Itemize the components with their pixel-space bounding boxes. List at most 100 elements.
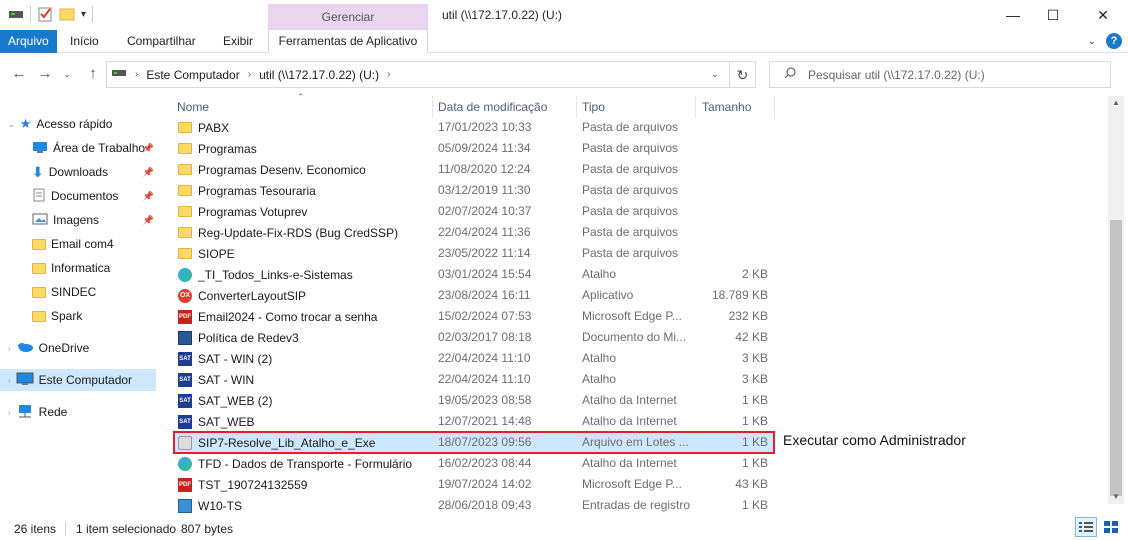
nav-informatica[interactable]: Informatica [32, 257, 154, 279]
file-row[interactable]: SAT SAT_WEB (2) 19/05/2023 08:58 Atalho da … [174, 390, 774, 411]
nav-area-de-trabalho[interactable]: Área de Trabalho 📌 [32, 137, 154, 159]
address-dropdown-icon[interactable]: ⌄ [700, 61, 730, 88]
breadcrumb-este-computador[interactable]: Este Computador [146, 68, 239, 82]
file-name-cell[interactable]: PABX [178, 117, 229, 138]
file-name-cell[interactable]: Programas [178, 138, 257, 159]
column-divider[interactable] [432, 96, 433, 118]
file-row[interactable]: SAT SAT - WIN 22/04/2024 11:10 Atalho 3 KB [174, 369, 774, 390]
file-name-cell[interactable]: PDF Email2024 - Como trocar a senha [178, 306, 377, 327]
nav-rede[interactable]: › Rede [8, 401, 158, 423]
file-row[interactable]: Política de Redev3 02/03/2017 08:18 Docume… [174, 327, 774, 348]
file-name-cell[interactable]: Programas Votuprev [178, 201, 307, 222]
file-row[interactable]: PDF Email2024 - Como trocar a senha 15/02/… [174, 306, 774, 327]
column-divider[interactable] [695, 96, 696, 118]
chevron-down-icon[interactable]: ⌄ [8, 120, 15, 129]
file-name-cell[interactable]: OX ConverterLayoutSIP [178, 285, 306, 306]
file-name-cell[interactable]: SAT SAT_WEB [178, 411, 254, 432]
expand-ribbon-icon[interactable]: ⌄ [1088, 36, 1096, 47]
tab-arquivo[interactable]: Arquivo [0, 30, 57, 53]
vertical-scrollbar[interactable]: ▲ ▼ [1108, 96, 1124, 504]
file-name-cell[interactable]: SIOPE [178, 243, 235, 264]
back-button[interactable]: ← [8, 63, 30, 85]
nav-email-com4[interactable]: Email com4 [32, 233, 154, 255]
nav-este-computador[interactable]: › Este Computador [0, 369, 156, 391]
drive-icon[interactable] [8, 6, 24, 22]
column-divider[interactable] [576, 96, 577, 118]
help-icon[interactable]: ? [1106, 33, 1122, 49]
file-row[interactable]: PABX 17/01/2023 10:33 Pasta de arquivos [174, 117, 774, 138]
file-row[interactable]: SIP7-Resolve_Lib_Atalho_e_Exe 18/07/2023 … [173, 431, 775, 454]
breadcrumb-util[interactable]: util (\\172.17.0.22) (U:) [259, 68, 379, 82]
file-row[interactable]: TFD - Dados de Transporte - Formulário 16… [174, 453, 774, 474]
chevron-right-icon[interactable]: › [135, 69, 138, 80]
large-icons-view-button[interactable] [1100, 517, 1122, 537]
file-row[interactable]: Programas Tesouraria 03/12/2019 11:30 Past… [174, 180, 774, 201]
recent-locations-icon[interactable]: ⌄ [56, 63, 78, 85]
new-folder-icon[interactable] [59, 6, 75, 22]
nav-documentos[interactable]: Documentos 📌 [32, 185, 154, 207]
pin-icon[interactable]: 📌 [143, 191, 154, 202]
file-name-cell[interactable]: SAT SAT - WIN (2) [178, 348, 272, 369]
file-name-cell[interactable]: PDF TST_190724132559 [178, 474, 307, 495]
search-box[interactable]: Pesquisar util (\\172.17.0.22) (U:) [769, 61, 1111, 88]
column-header-tamanho[interactable]: Tamanho [702, 96, 751, 118]
file-name-cell[interactable]: _TI_Todos_Links-e-Sistemas [178, 264, 353, 285]
tab-ferramentas-de-aplicativo[interactable]: Ferramentas de Aplicativo [268, 30, 428, 53]
properties-icon[interactable] [37, 6, 53, 22]
column-header-nome[interactable]: Nome [177, 96, 209, 118]
quick-access-toolbar: ▾ [8, 6, 94, 22]
file-row[interactable]: OX ConverterLayoutSIP 23/08/2024 16:11 Apli… [174, 285, 774, 306]
chevron-right-icon[interactable]: › [8, 344, 11, 353]
maximize-button[interactable]: ☐ [1030, 0, 1076, 30]
scroll-up-icon[interactable]: ▲ [1108, 96, 1124, 110]
nav-imagens[interactable]: Imagens 📌 [32, 209, 154, 231]
file-name-cell[interactable]: SAT SAT - WIN [178, 369, 254, 390]
chevron-right-icon[interactable]: › [248, 69, 251, 80]
file-row[interactable]: Programas 05/09/2024 11:34 Pasta de arquiv… [174, 138, 774, 159]
file-name-cell[interactable]: SAT SAT_WEB (2) [178, 390, 272, 411]
nav-sindec[interactable]: SINDEC [32, 281, 154, 303]
file-name-cell[interactable]: SIP7-Resolve_Lib_Atalho_e_Exe [178, 432, 375, 453]
pin-icon[interactable]: 📌 [143, 167, 154, 178]
file-name-cell[interactable]: Política de Redev3 [178, 327, 299, 348]
file-row[interactable]: Reg-Update-Fix-RDS (Bug CredSSP) 22/04/20… [174, 222, 774, 243]
chevron-right-icon[interactable]: › [387, 69, 390, 80]
up-button[interactable]: ↑ [82, 63, 104, 85]
customize-qat-icon[interactable]: ▾ [81, 9, 86, 20]
column-header-data[interactable]: Data de modificação [438, 96, 547, 118]
scroll-thumb[interactable] [1110, 220, 1122, 496]
refresh-button[interactable]: ↻ [730, 61, 756, 88]
chevron-right-icon[interactable]: › [8, 408, 11, 417]
nav-acesso-rapido[interactable]: ⌄ ★ Acesso rápido [8, 113, 158, 135]
column-divider[interactable] [774, 96, 775, 118]
nav-downloads[interactable]: ⬇ Downloads 📌 [32, 161, 154, 183]
file-name-cell[interactable]: W10-TS [178, 495, 242, 516]
scroll-down-icon[interactable]: ▼ [1108, 490, 1124, 504]
file-row[interactable]: SAT SAT_WEB 12/07/2021 14:48 Atalho da Inte… [174, 411, 774, 432]
file-row[interactable]: _TI_Todos_Links-e-Sistemas 03/01/2024 15:… [174, 264, 774, 285]
address-bar[interactable]: › Este Computador › util (\\172.17.0.22)… [106, 61, 730, 88]
file-name-cell[interactable]: Programas Tesouraria [178, 180, 316, 201]
file-row[interactable]: SAT SAT - WIN (2) 22/04/2024 11:10 Atalho 3 … [174, 348, 774, 369]
file-name-cell[interactable]: TFD - Dados de Transporte - Formulário [178, 453, 412, 474]
tab-inicio[interactable]: Início [58, 30, 111, 53]
file-row[interactable]: W10-TS 28/06/2018 09:43 Entradas de regist… [174, 495, 774, 516]
column-header-tipo[interactable]: Tipo [582, 96, 605, 118]
file-row[interactable]: PDF TST_190724132559 19/07/2024 14:02 Micro… [174, 474, 774, 495]
file-row[interactable]: Programas Votuprev 02/07/2024 10:37 Pasta … [174, 201, 774, 222]
search-placeholder: Pesquisar util (\\172.17.0.22) (U:) [808, 67, 985, 82]
nav-spark[interactable]: Spark [32, 305, 154, 327]
tab-compartilhar[interactable]: Compartilhar [115, 30, 208, 53]
file-row[interactable]: Programas Desenv. Economico 11/08/2020 12… [174, 159, 774, 180]
file-name-cell[interactable]: Reg-Update-Fix-RDS (Bug CredSSP) [178, 222, 398, 243]
details-view-button[interactable] [1075, 517, 1097, 537]
pin-icon[interactable]: 📌 [143, 215, 154, 226]
forward-button[interactable]: → [34, 63, 56, 85]
tab-exibir[interactable]: Exibir [211, 30, 265, 53]
close-button[interactable]: ✕ [1080, 0, 1126, 30]
pin-icon[interactable]: 📌 [143, 143, 154, 154]
file-name-cell[interactable]: Programas Desenv. Economico [178, 159, 366, 180]
file-row[interactable]: SIOPE 23/05/2022 11:14 Pasta de arquivos [174, 243, 774, 264]
nav-onedrive[interactable]: › OneDrive [8, 337, 158, 359]
chevron-right-icon[interactable]: › [8, 376, 11, 385]
